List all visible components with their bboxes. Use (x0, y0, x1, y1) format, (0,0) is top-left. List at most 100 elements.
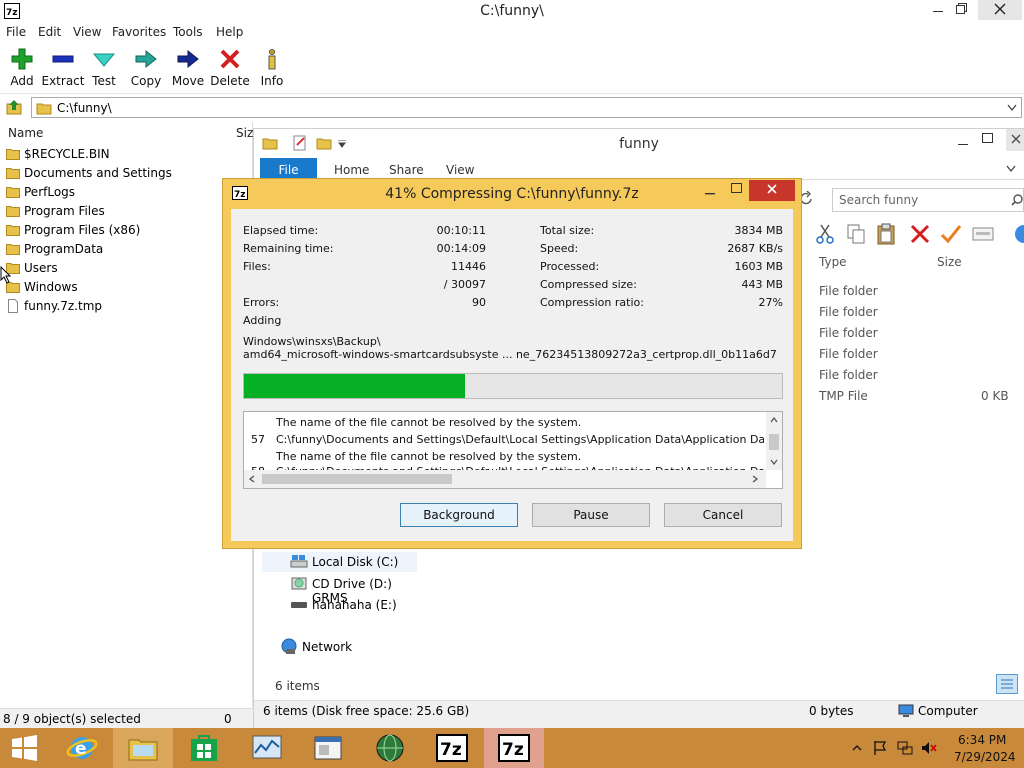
computer-icon (898, 704, 914, 717)
move-label: Move (171, 74, 205, 88)
file-icon (8, 299, 18, 313)
taskbar-resource-monitor[interactable] (237, 728, 297, 768)
taskbar-network-app[interactable] (360, 728, 420, 768)
extract-label: Extract (41, 74, 85, 88)
close-icon (767, 184, 777, 194)
copy-arrow-icon (135, 49, 157, 69)
column-header-type[interactable]: Type (819, 255, 847, 269)
restore-icon (956, 3, 967, 14)
log-line-text: The name of the file cannot be resolved … (276, 416, 582, 429)
close-icon (1011, 134, 1021, 144)
info-button[interactable]: Info (250, 48, 294, 92)
taskbar-7zip-2[interactable]: 7z (484, 728, 544, 768)
tab-file[interactable]: File (260, 158, 317, 180)
error-log-box[interactable]: The name of the file cannot be resolved … (243, 411, 783, 489)
menu-file[interactable]: File (6, 25, 26, 39)
details-view-icon[interactable] (996, 674, 1018, 694)
tab-share[interactable]: Share (389, 163, 424, 177)
folder-icon (6, 225, 20, 236)
search-input[interactable]: Search funny (832, 188, 1024, 212)
computer-label: Computer (918, 704, 978, 718)
folder-icon (6, 244, 20, 255)
minimize-icon[interactable] (958, 137, 968, 149)
chevron-down-icon[interactable] (1006, 165, 1016, 173)
taskbar-internet-explorer[interactable]: e (52, 728, 112, 768)
windows-logo-icon (12, 735, 37, 761)
scrollbar-thumb[interactable] (769, 434, 779, 450)
start-button[interactable] (0, 728, 60, 768)
background-button[interactable]: Background (400, 503, 518, 527)
menu-view[interactable]: View (73, 25, 101, 39)
cancel-button[interactable]: Cancel (664, 503, 782, 527)
file-type: File folder (819, 368, 878, 382)
nav-local-disk[interactable]: Local Disk (C:) (262, 552, 417, 572)
delete-x-icon[interactable] (910, 224, 930, 244)
close-button[interactable] (978, 0, 1022, 20)
delete-label: Delete (210, 74, 250, 88)
clock-date[interactable]: 7/29/2024 (954, 750, 1016, 764)
volume-muted-icon[interactable] (921, 740, 937, 756)
file-name: $RECYCLE.BIN (24, 147, 110, 161)
delete-button[interactable]: Delete (208, 48, 252, 92)
scroll-right-icon[interactable] (752, 475, 758, 483)
paste-icon[interactable] (876, 223, 898, 245)
column-header-size[interactable]: Size (937, 255, 962, 269)
add-button[interactable]: Add (0, 48, 44, 92)
column-header-name[interactable]: Name (8, 126, 43, 140)
pause-button[interactable]: Pause (532, 503, 650, 527)
scroll-up-icon[interactable] (770, 417, 778, 423)
explorer-window-title: funny (619, 136, 659, 152)
nav-network[interactable]: Network (262, 637, 417, 657)
zip-address-bar: C:\funny\ (0, 95, 1024, 120)
taskbar-store[interactable] (174, 728, 234, 768)
globe-icon[interactable] (1014, 224, 1024, 244)
speed-label: Speed: (540, 242, 579, 255)
taskbar-notepad[interactable] (298, 728, 358, 768)
move-button[interactable]: Move (166, 48, 210, 92)
rename-check-icon[interactable] (940, 224, 962, 244)
maximize-icon[interactable] (982, 133, 994, 145)
dialog-close-button[interactable] (749, 180, 795, 201)
maximize-icon[interactable] (731, 183, 743, 195)
extract-button[interactable]: Extract (41, 48, 85, 92)
restore-button[interactable] (952, 1, 972, 19)
tab-home[interactable]: Home (334, 163, 369, 177)
scroll-left-icon[interactable] (249, 475, 255, 483)
copy-icon[interactable] (846, 224, 866, 244)
nav-hahahaha-drive[interactable]: hahahaha (E:) (262, 595, 417, 615)
clock-time[interactable]: 6:34 PM (958, 733, 1006, 747)
info-label: Info (260, 74, 284, 88)
flag-icon[interactable] (873, 740, 887, 756)
dialog-body: Elapsed time: 00:10:11 Remaining time: 0… (231, 209, 793, 541)
nav-cd-drive[interactable]: CD Drive (D:) GRMS (262, 574, 417, 605)
tab-view[interactable]: View (446, 163, 474, 177)
network-status-icon[interactable] (897, 740, 913, 756)
taskbar-7zip-1[interactable]: 7z (422, 728, 482, 768)
test-button[interactable]: Test (82, 48, 126, 92)
address-input[interactable]: C:\funny\ (31, 97, 1022, 118)
menu-help[interactable]: Help (216, 25, 243, 39)
cut-icon[interactable] (816, 224, 834, 244)
menu-tools[interactable]: Tools (173, 25, 203, 39)
copy-button[interactable]: Copy (124, 48, 168, 92)
info-icon (268, 49, 276, 70)
chevron-down-icon[interactable] (1007, 104, 1017, 112)
vertical-scrollbar[interactable] (766, 412, 782, 470)
internet-explorer-icon: e (66, 737, 98, 759)
scroll-down-icon[interactable] (770, 459, 778, 465)
horizontal-scrollbar[interactable] (244, 470, 766, 488)
explorer-close-button[interactable] (1006, 129, 1024, 151)
menu-favorites[interactable]: Favorites (112, 25, 166, 39)
minimize-icon[interactable] (705, 185, 715, 197)
taskbar-file-explorer[interactable] (113, 728, 173, 768)
minimize-button[interactable] (928, 1, 948, 19)
file-type: File folder (819, 326, 878, 340)
menu-edit[interactable]: Edit (38, 25, 61, 39)
up-folder-icon[interactable] (6, 99, 22, 115)
properties-icon[interactable] (972, 226, 994, 242)
progress-bar (243, 373, 783, 399)
scrollbar-thumb[interactable] (262, 474, 452, 484)
remaining-value: 00:14:09 (436, 242, 486, 255)
chevron-up-icon[interactable] (852, 744, 862, 752)
taskbar: e 7z 7z 6:34 PM 7/29/2024 (0, 728, 1024, 768)
